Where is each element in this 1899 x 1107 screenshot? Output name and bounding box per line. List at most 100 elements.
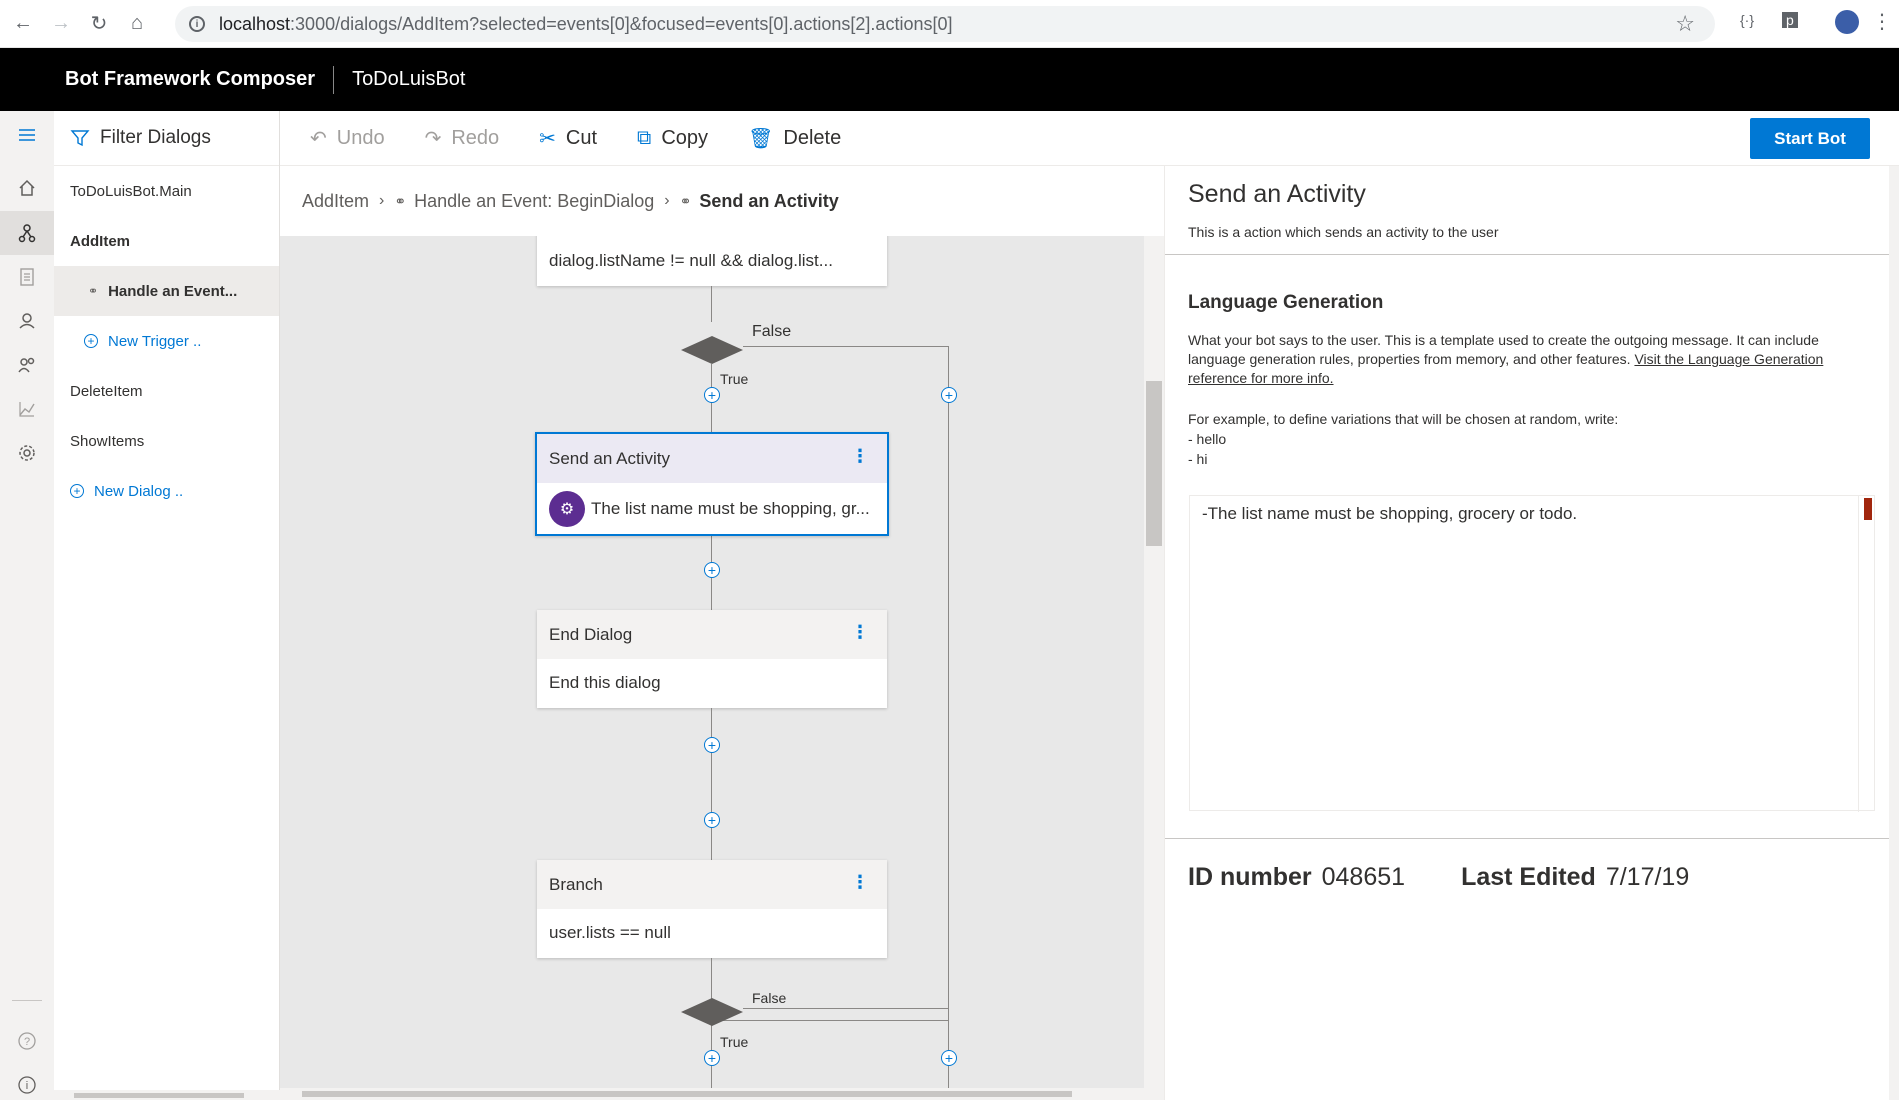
info-icon[interactable]: i — [189, 16, 205, 32]
home-icon[interactable]: ⌂ — [122, 9, 152, 39]
last-edited-label: Last Edited — [1461, 863, 1596, 891]
app-header: Bot Framework Composer ToDoLuisBot — [0, 48, 1899, 111]
hamburger-menu-icon[interactable] — [0, 113, 54, 157]
node-body-text: End this dialog — [549, 673, 661, 692]
extension-icon[interactable]: {·} — [1740, 12, 1754, 28]
lg-editor-text[interactable]: -The list name must be shopping, grocery… — [1202, 504, 1577, 524]
send-activity-node[interactable]: Send an Activity ⋮ ⚙ The list name must … — [535, 432, 889, 536]
chevron-right-icon: › — [379, 192, 385, 209]
profile-avatar[interactable] — [1835, 10, 1859, 34]
example-line: - hello — [1188, 431, 1227, 447]
breadcrumb-root[interactable]: AddItem — [302, 191, 369, 212]
new-dialog-label: New Dialog .. — [94, 482, 184, 500]
start-bot-button[interactable]: Start Bot — [1750, 118, 1870, 159]
add-action-button[interactable]: + — [704, 562, 720, 578]
trigger-item-handle-event[interactable]: ⚭ Handle an Event... — [54, 266, 279, 316]
svg-text:i: i — [26, 1080, 28, 1092]
filter-icon — [70, 130, 90, 147]
panel-metadata: ID number 048651 Last Edited 7/17/19 — [1188, 863, 1745, 892]
settings-gear-icon[interactable] — [0, 431, 54, 475]
analytics-nav-icon[interactable] — [0, 387, 54, 431]
false-branch-line — [948, 346, 949, 1020]
node-body-text: user.lists == null — [549, 923, 671, 942]
canvas-vertical-scrollbar[interactable] — [1144, 236, 1164, 1100]
users-nav-icon[interactable] — [0, 343, 54, 387]
id-value: 048651 — [1321, 863, 1406, 891]
back-icon[interactable]: ← — [8, 9, 38, 39]
browser-menu-icon[interactable]: ⋮ — [1872, 9, 1892, 34]
redo-label: Redo — [451, 126, 500, 149]
scroll-thumb[interactable] — [302, 1091, 1072, 1097]
more-options-icon[interactable]: ⋮ — [851, 872, 869, 893]
condition-node[interactable]: dialog.listName != null && dialog.list..… — [537, 236, 887, 286]
dialogs-nav-icon[interactable] — [0, 211, 54, 255]
hscroll-thumb[interactable] — [74, 1093, 244, 1098]
dialog-list-hscroll[interactable] — [54, 1090, 280, 1100]
cut-button[interactable]: ✂ Cut — [539, 126, 597, 151]
app-title: Bot Framework Composer — [65, 68, 316, 90]
delete-button[interactable]: 🗑 Delete — [748, 126, 841, 151]
add-action-button[interactable]: + — [704, 1050, 720, 1066]
breadcrumb-current: Send an Activity — [699, 190, 839, 211]
merge-line — [711, 1020, 949, 1021]
scroll-thumb[interactable] — [1146, 381, 1162, 546]
dialog-item-showitems[interactable]: ShowItems — [54, 416, 279, 466]
bot-nav-icon[interactable] — [0, 299, 54, 343]
left-nav-rail: ? i — [0, 111, 54, 1100]
more-options-icon[interactable]: ⋮ — [851, 446, 869, 467]
info-nav-icon[interactable]: i — [0, 1063, 54, 1107]
chevron-right-icon: › — [664, 192, 670, 209]
branch-node[interactable]: Branch ⋮ user.lists == null — [537, 860, 887, 958]
lg-editor[interactable]: -The list name must be shopping, grocery… — [1189, 495, 1875, 812]
redo-button[interactable]: ↷ Redo — [425, 126, 500, 151]
cut-icon: ✂ — [539, 127, 556, 150]
breadcrumb-event[interactable]: Handle an Event: BeginDialog — [414, 191, 654, 212]
undo-button[interactable]: ↶ Undo — [310, 126, 385, 151]
dialog-item-deleteitem[interactable]: DeleteItem — [54, 366, 279, 416]
copy-label: Copy — [661, 126, 709, 149]
panel-title: Send an Activity — [1188, 180, 1366, 208]
end-dialog-node[interactable]: End Dialog ⋮ End this dialog — [537, 610, 887, 708]
id-label: ID number — [1188, 863, 1312, 891]
address-bar[interactable]: i localhost:3000/dialogs/AddItem?selecte… — [175, 6, 1715, 42]
example-intro: For example, to define variations that w… — [1188, 411, 1619, 427]
panel-description: This is a action which sends an activity… — [1188, 224, 1499, 240]
new-dialog-link[interactable]: + New Dialog .. — [54, 466, 279, 516]
editor-scrollbar[interactable] — [1858, 496, 1874, 812]
filter-dialogs[interactable]: Filter Dialogs — [54, 111, 279, 166]
extension-p-icon[interactable]: p — [1782, 12, 1798, 28]
lg-nav-icon[interactable] — [0, 255, 54, 299]
bookmark-star-icon[interactable]: ☆ — [1675, 11, 1695, 37]
panel-divider — [1165, 254, 1894, 255]
node-header: End Dialog ⋮ — [537, 610, 887, 659]
node-title: End Dialog — [549, 624, 633, 644]
add-action-button[interactable]: + — [941, 387, 957, 403]
add-action-button[interactable]: + — [704, 737, 720, 753]
copy-button[interactable]: ⧉ Copy — [637, 127, 708, 150]
new-trigger-link[interactable]: + New Trigger .. — [54, 316, 279, 366]
condition-text: dialog.listName != null && dialog.list..… — [549, 251, 833, 270]
node-body: ⚙ The list name must be shopping, gr... — [537, 483, 887, 534]
canvas-horizontal-scrollbar[interactable] — [280, 1088, 1144, 1100]
branch-diamond — [681, 336, 743, 364]
add-action-button[interactable]: + — [941, 1050, 957, 1066]
dialog-item-main[interactable]: ToDoLuisBot.Main — [54, 166, 279, 216]
copy-icon: ⧉ — [637, 126, 652, 149]
url-host: localhost — [219, 13, 291, 34]
add-action-button[interactable]: + — [704, 812, 720, 828]
editor-marker — [1864, 498, 1872, 520]
flow-canvas[interactable]: dialog.listName != null && dialog.list..… — [280, 236, 1144, 1100]
true-label: True — [720, 371, 749, 387]
rail-divider — [12, 1000, 42, 1001]
forward-icon[interactable]: → — [46, 9, 76, 39]
node-title: Branch — [549, 874, 603, 894]
add-action-button[interactable]: + — [704, 387, 720, 403]
panel-scrollbar[interactable] — [1889, 166, 1899, 1100]
cut-label: Cut — [565, 126, 598, 149]
reload-icon[interactable]: ↻ — [84, 9, 114, 39]
home-nav-icon[interactable] — [0, 166, 54, 210]
more-options-icon[interactable]: ⋮ — [851, 622, 869, 643]
dialog-item-additem[interactable]: AddItem — [54, 216, 279, 266]
help-icon[interactable]: ? — [0, 1019, 54, 1063]
header-divider — [333, 65, 335, 94]
